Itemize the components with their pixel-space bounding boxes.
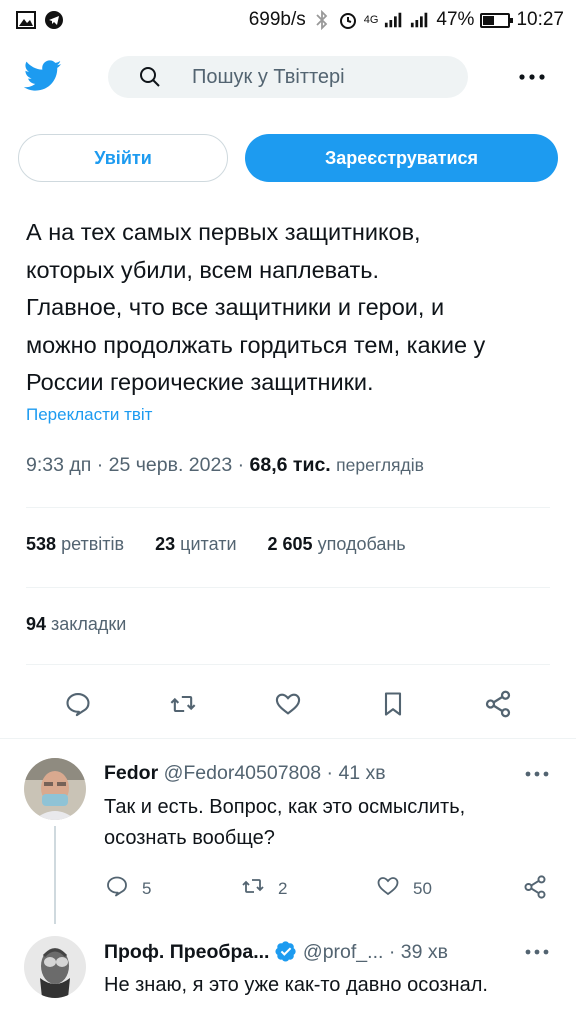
reply-icon <box>104 874 130 903</box>
reply-author-handle[interactable]: @Fedor40507808 <box>164 762 322 784</box>
reply-author-name[interactable]: Fedor <box>104 762 158 784</box>
search-input[interactable] <box>192 56 452 98</box>
meta-dot: · <box>388 941 401 963</box>
more-options-icon[interactable] <box>516 66 548 88</box>
twitter-bird-icon[interactable] <box>23 60 62 92</box>
reply-tweet[interactable]: Проф. Преобра... @prof_... · 39 хв Не зн… <box>0 924 576 1024</box>
clock: 10:27 <box>516 9 564 30</box>
search-icon <box>138 65 162 89</box>
meta-dot: · <box>326 762 339 784</box>
tweet-date[interactable]: 25 черв. 2023 <box>109 454 233 476</box>
verified-badge-icon <box>275 940 297 962</box>
divider <box>26 507 550 508</box>
tweet-time[interactable]: 9:33 дп <box>26 454 91 476</box>
quotes-count: 23 <box>155 534 176 554</box>
retweets-count: 538 <box>26 534 57 554</box>
meta-dot: · <box>237 454 250 476</box>
reply-text: Так и есть. Вопрос, как это осмыслить, о… <box>104 796 466 849</box>
tweet-text: А на тех самых первых защитников, которы… <box>26 219 486 395</box>
thread-line <box>54 826 56 924</box>
status-bar: 699b/s 4G 47% 10:27 <box>0 0 576 40</box>
bookmarks-count: 94 <box>26 614 47 634</box>
reply-time[interactable]: 39 хв <box>401 941 448 963</box>
reply-icon[interactable] <box>62 688 94 720</box>
bookmarks-stat[interactable]: 94 закладки <box>26 614 126 635</box>
reply-retweet-action[interactable]: 2 <box>240 874 287 903</box>
reply-author-handle[interactable]: @prof_... <box>303 941 384 963</box>
network-type: 4G <box>363 14 379 26</box>
likes-label: уподобань <box>317 534 406 554</box>
login-button[interactable]: Увійти <box>18 134 228 182</box>
network-speed: 699b/s <box>248 9 306 30</box>
bookmark-icon[interactable] <box>377 688 409 720</box>
top-bar <box>0 48 576 106</box>
reply-header: Fedor @Fedor40507808 · 41 хв <box>104 762 386 785</box>
like-icon <box>375 874 401 903</box>
retweets-stat[interactable]: 538 ретвітів <box>26 534 124 554</box>
reply-author-name[interactable]: Проф. Преобра... <box>104 941 269 963</box>
translate-tweet-link[interactable]: Перекласти твіт <box>26 405 152 425</box>
views-count: 68,6 тис. <box>249 454 331 476</box>
reply-like-action[interactable]: 50 <box>375 874 432 903</box>
views-label: переглядів <box>336 455 424 475</box>
meta-dot: · <box>96 454 109 476</box>
likes-stat[interactable]: 2 605 уподобань <box>268 534 406 554</box>
telegram-icon <box>44 11 64 29</box>
quotes-label: цитати <box>180 534 237 554</box>
reply-more-icon[interactable] <box>524 942 550 962</box>
signal-icon <box>384 11 404 29</box>
divider <box>26 587 550 588</box>
avatar[interactable] <box>24 758 86 820</box>
like-icon[interactable] <box>272 688 304 720</box>
share-icon[interactable] <box>522 874 548 900</box>
signal-icon-2 <box>410 11 430 29</box>
likes-count: 2 605 <box>267 534 313 554</box>
tweet-meta: 9:33 дп · 25 черв. 2023 · 68,6 тис. пере… <box>26 454 424 477</box>
retweet-icon[interactable] <box>167 688 199 720</box>
reply-text: Не знаю, я это уже как-то давно осознал. <box>104 974 488 996</box>
divider <box>26 664 550 665</box>
avatar[interactable] <box>24 936 86 998</box>
reply-header: Проф. Преобра... @prof_... · 39 хв <box>104 940 448 964</box>
bookmarks-label: закладки <box>51 614 127 634</box>
reply-count: 5 <box>142 878 152 898</box>
reply-reply-action[interactable]: 5 <box>104 874 151 903</box>
alarm-icon <box>338 11 358 29</box>
tweet-action-bar <box>0 684 576 724</box>
battery-percent: 47% <box>436 9 475 30</box>
battery-icon <box>480 12 514 28</box>
share-icon[interactable] <box>482 688 514 720</box>
reply-time[interactable]: 41 хв <box>338 762 385 784</box>
retweet-icon <box>240 874 266 903</box>
reply-tweet[interactable]: Fedor @Fedor40507808 · 41 хв Так и есть.… <box>0 738 576 924</box>
bluetooth-icon <box>312 10 332 30</box>
retweet-count: 2 <box>278 878 288 898</box>
like-count: 50 <box>413 878 432 898</box>
tweet-stats: 538 ретвітів 23 цитати 2 605 уподобань <box>26 534 432 555</box>
signup-button[interactable]: Зареєструватися <box>245 134 558 182</box>
reply-more-icon[interactable] <box>524 764 550 784</box>
quotes-stat[interactable]: 23 цитати <box>155 534 236 554</box>
search-bar[interactable] <box>108 56 468 98</box>
gallery-icon <box>16 11 36 29</box>
retweets-label: ретвітів <box>61 534 125 554</box>
